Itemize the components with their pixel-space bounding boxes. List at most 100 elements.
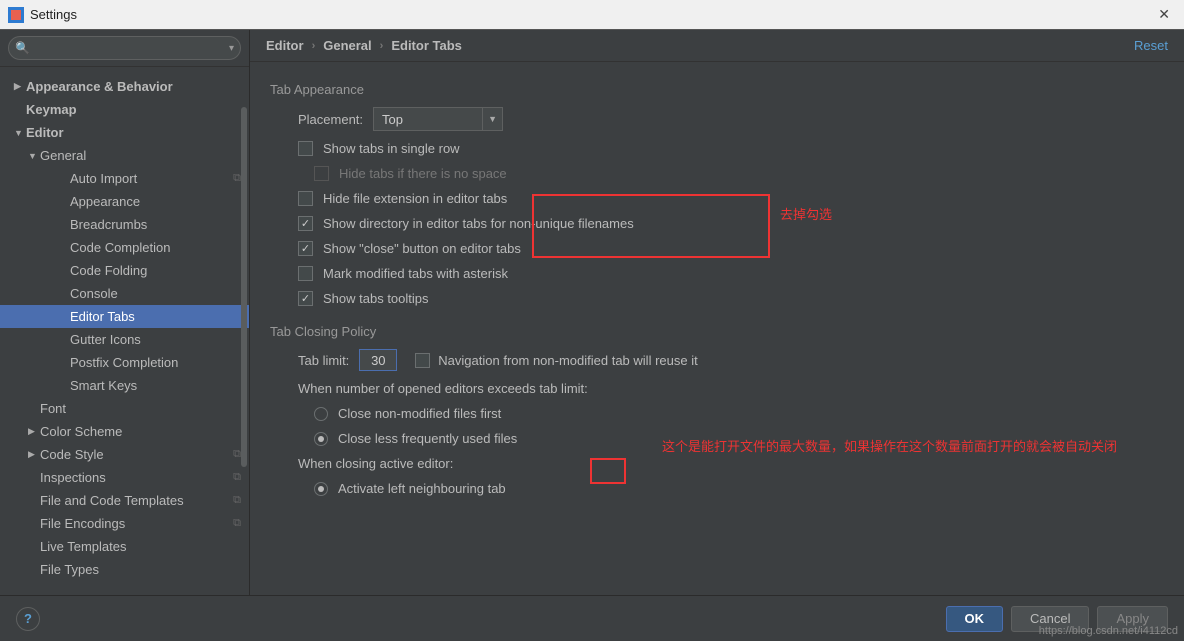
label-tooltips: Show tabs tooltips [323, 291, 429, 306]
chevron-right-icon: › [380, 40, 384, 52]
checkbox-tooltips[interactable] [298, 291, 313, 306]
breadcrumb-item[interactable]: Editor [266, 38, 304, 53]
help-button[interactable]: ? [16, 607, 40, 631]
checkbox-single-row[interactable] [298, 141, 313, 156]
sidebar-item-label: Appearance [70, 194, 140, 209]
label-single-row: Show tabs in single row [323, 141, 460, 156]
sidebar-item-inspections[interactable]: Inspections⧉ [0, 466, 249, 489]
copy-icon: ⧉ [233, 494, 241, 507]
breadcrumb: Editor › General › Editor Tabs [266, 38, 462, 53]
sidebar-item-label: Breadcrumbs [70, 217, 147, 232]
label-show-close: Show "close" button on editor tabs [323, 241, 521, 256]
sidebar-item-live-templates[interactable]: Live Templates [0, 535, 249, 558]
sidebar-item-label: File Encodings [40, 516, 125, 531]
ok-button[interactable]: OK [946, 606, 1004, 632]
window-title: Settings [30, 7, 77, 22]
checkbox-hide-no-space [314, 166, 329, 181]
label-nav-reuse: Navigation from non-modified tab will re… [438, 353, 697, 368]
app-icon [8, 7, 24, 23]
sidebar-item-file-types[interactable]: File Types [0, 558, 249, 581]
label-mark-asterisk: Mark modified tabs with asterisk [323, 266, 508, 281]
label-activate-left: Activate left neighbouring tab [338, 481, 506, 496]
tab-limit-label: Tab limit: [298, 353, 349, 368]
radio-activate-left[interactable] [314, 482, 328, 496]
sidebar-item-code-style[interactable]: ▶Code Style⧉ [0, 443, 249, 466]
sidebar-item-gutter-icons[interactable]: Gutter Icons [0, 328, 249, 351]
sidebar-item-color-scheme[interactable]: ▶Color Scheme [0, 420, 249, 443]
sidebar-item-label: Appearance & Behavior [26, 79, 173, 94]
chevron-down-icon[interactable]: ▼ [483, 107, 503, 131]
label-when-exceeds: When number of opened editors exceeds ta… [270, 381, 1164, 396]
sidebar-item-postfix-completion[interactable]: Postfix Completion [0, 351, 249, 374]
sidebar-item-console[interactable]: Console [0, 282, 249, 305]
sidebar: 🔍 ▾ ▶Appearance & BehaviorKeymap▼Editor▼… [0, 30, 250, 595]
search-icon: 🔍 [15, 41, 30, 55]
sidebar-item-label: Inspections [40, 470, 106, 485]
copy-icon: ⧉ [233, 517, 241, 530]
copy-icon: ⧉ [233, 172, 241, 185]
sidebar-item-appearance-behavior[interactable]: ▶Appearance & Behavior [0, 75, 249, 98]
sidebar-item-label: Editor [26, 125, 64, 140]
sidebar-item-general[interactable]: ▼General [0, 144, 249, 167]
sidebar-item-label: Code Completion [70, 240, 170, 255]
placement-select[interactable]: Top [373, 107, 483, 131]
close-icon[interactable]: ✕ [1152, 4, 1176, 25]
checkbox-nav-reuse[interactable] [415, 353, 430, 368]
sidebar-item-label: Live Templates [40, 539, 126, 554]
annotation-text-1: 去掉勾选 [780, 204, 832, 223]
sidebar-item-label: Keymap [26, 102, 77, 117]
radio-close-nonmod[interactable] [314, 407, 328, 421]
label-show-dir: Show directory in editor tabs for non-un… [323, 216, 634, 231]
tab-limit-input[interactable]: 30 [359, 349, 397, 371]
sidebar-item-label: Color Scheme [40, 424, 122, 439]
tree-arrow-icon: ▶ [28, 426, 40, 437]
search-input[interactable]: 🔍 ▾ [8, 36, 241, 60]
chevron-down-icon: ▾ [229, 43, 234, 54]
annotation-text-2: 这个是能打开文件的最大数量，如果操作在这个数量前面打开的就会被自动关闭 [662, 436, 1117, 455]
sidebar-item-editor[interactable]: ▼Editor [0, 121, 249, 144]
sidebar-item-label: File Types [40, 562, 99, 577]
label-hide-no-space: Hide tabs if there is no space [339, 166, 507, 181]
label-hide-ext: Hide file extension in editor tabs [323, 191, 507, 206]
sidebar-item-auto-import[interactable]: Auto Import⧉ [0, 167, 249, 190]
sidebar-item-label: Postfix Completion [70, 355, 178, 370]
breadcrumb-item: Editor Tabs [391, 38, 462, 53]
sidebar-item-editor-tabs[interactable]: Editor Tabs [0, 305, 249, 328]
breadcrumb-item[interactable]: General [323, 38, 371, 53]
sidebar-item-label: Console [70, 286, 118, 301]
tree-arrow-icon: ▶ [28, 449, 40, 460]
content-body: Tab Appearance Placement: Top ▼ Show tab… [250, 62, 1184, 595]
sidebar-item-code-folding[interactable]: Code Folding [0, 259, 249, 282]
sidebar-item-smart-keys[interactable]: Smart Keys [0, 374, 249, 397]
sidebar-item-code-completion[interactable]: Code Completion [0, 236, 249, 259]
sidebar-item-font[interactable]: Font [0, 397, 249, 420]
section-title-appearance: Tab Appearance [270, 82, 1164, 97]
checkbox-mark-asterisk[interactable] [298, 266, 313, 281]
sidebar-item-label: Font [40, 401, 66, 416]
settings-tree: ▶Appearance & BehaviorKeymap▼Editor▼Gene… [0, 67, 249, 595]
radio-close-lfu[interactable] [314, 432, 328, 446]
sidebar-item-breadcrumbs[interactable]: Breadcrumbs [0, 213, 249, 236]
watermark: https://blog.csdn.net/i4112cd [1039, 625, 1178, 637]
reset-link[interactable]: Reset [1134, 38, 1168, 53]
chevron-right-icon: › [312, 40, 316, 52]
titlebar: Settings ✕ [0, 0, 1184, 30]
sidebar-item-appearance[interactable]: Appearance [0, 190, 249, 213]
checkbox-show-close[interactable] [298, 241, 313, 256]
tree-arrow-icon: ▼ [28, 151, 40, 161]
content-header: Editor › General › Editor Tabs Reset [250, 30, 1184, 62]
sidebar-item-keymap[interactable]: Keymap [0, 98, 249, 121]
checkbox-hide-ext[interactable] [298, 191, 313, 206]
scrollbar[interactable] [241, 107, 247, 467]
checkbox-show-dir[interactable] [298, 216, 313, 231]
sidebar-item-label: Editor Tabs [70, 309, 135, 324]
sidebar-item-label: File and Code Templates [40, 493, 184, 508]
sidebar-item-file-and-code-templates[interactable]: File and Code Templates ⧉ [0, 489, 249, 512]
placement-label: Placement: [298, 112, 363, 127]
sidebar-item-label: Gutter Icons [70, 332, 141, 347]
sidebar-item-label: Code Style [40, 447, 104, 462]
sidebar-item-label: General [40, 148, 86, 163]
section-title-closing: Tab Closing Policy [270, 324, 1164, 339]
label-when-closing: When closing active editor: [270, 456, 1164, 471]
sidebar-item-file-encodings[interactable]: File Encodings ⧉ [0, 512, 249, 535]
